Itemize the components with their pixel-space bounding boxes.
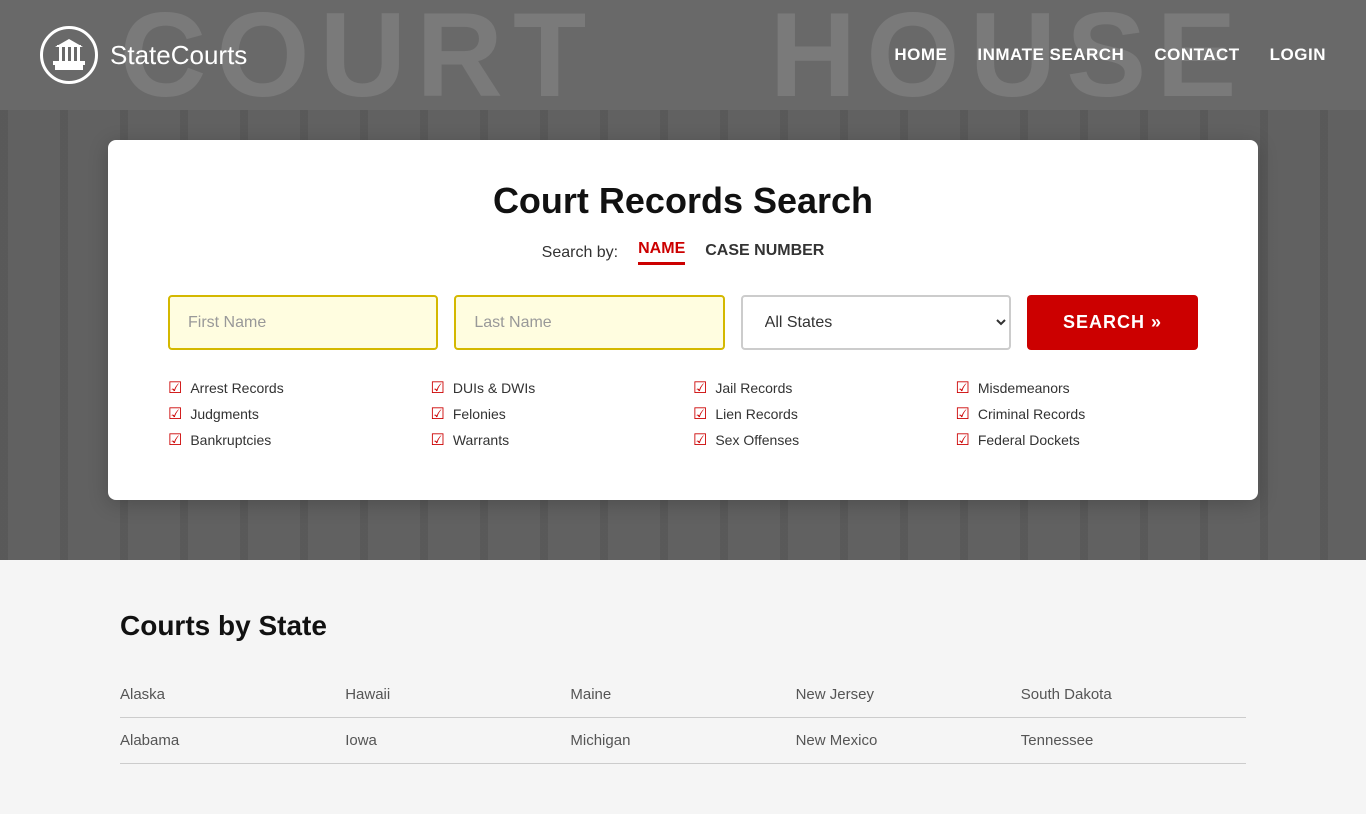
checkbox-bankruptcies: ☑ Bankruptcies <box>168 430 411 450</box>
search-by-row: Search by: NAME CASE NUMBER <box>168 240 1198 265</box>
search-fields-row: All States AlabamaAlaskaArizona Arkansas… <box>168 295 1198 350</box>
check-icon-criminal: ☑ <box>956 404 970 424</box>
state-col-0: Alaska Alabama <box>120 672 345 764</box>
nav-login[interactable]: LOGIN <box>1270 45 1326 65</box>
check-icon-felonies: ☑ <box>431 404 445 424</box>
label-felonies: Felonies <box>453 406 506 422</box>
label-jail-records: Jail Records <box>715 380 792 396</box>
label-federal-dockets: Federal Dockets <box>978 432 1080 448</box>
logo[interactable]: StateCourts <box>40 26 247 84</box>
check-icon-duis: ☑ <box>431 378 445 398</box>
checkbox-arrest-records: ☑ Arrest Records <box>168 378 411 398</box>
state-link-iowa[interactable]: Iowa <box>345 718 570 764</box>
state-col-4: South Dakota Tennessee <box>1021 672 1246 764</box>
label-warrants: Warrants <box>453 432 509 448</box>
label-criminal-records: Criminal Records <box>978 406 1085 422</box>
state-link-new-mexico[interactable]: New Mexico <box>796 718 1021 764</box>
check-icon-bankruptcies: ☑ <box>168 430 182 450</box>
state-link-alaska[interactable]: Alaska <box>120 672 345 718</box>
state-col-2: Maine Michigan <box>570 672 795 764</box>
checkbox-lien-records: ☑ Lien Records <box>693 404 936 424</box>
state-col-1: Hawaii Iowa <box>345 672 570 764</box>
logo-icon <box>40 26 98 84</box>
courts-title: Courts by State <box>120 610 1246 642</box>
first-name-input[interactable] <box>168 295 438 350</box>
state-link-tennessee[interactable]: Tennessee <box>1021 718 1246 764</box>
check-icon-judgments: ☑ <box>168 404 182 424</box>
tab-name[interactable]: NAME <box>638 240 685 265</box>
check-icon-federal: ☑ <box>956 430 970 450</box>
checkbox-judgments: ☑ Judgments <box>168 404 411 424</box>
search-card: Court Records Search Search by: NAME CAS… <box>108 140 1258 500</box>
check-icon-lien: ☑ <box>693 404 707 424</box>
courthouse-icon <box>51 37 87 73</box>
state-link-alabama[interactable]: Alabama <box>120 718 345 764</box>
state-link-new-jersey[interactable]: New Jersey <box>796 672 1021 718</box>
last-name-input[interactable] <box>454 295 724 350</box>
nav-home[interactable]: HOME <box>894 45 947 65</box>
checkbox-federal-dockets: ☑ Federal Dockets <box>956 430 1199 450</box>
header: COURT HOUSE StateCourts HOME INMATE SEAR… <box>0 0 1366 110</box>
checkbox-jail-records: ☑ Jail Records <box>693 378 936 398</box>
logo-bold: State <box>110 40 171 70</box>
hero-section: Court Records Search Search by: NAME CAS… <box>0 110 1366 560</box>
check-icon-jail: ☑ <box>693 378 707 398</box>
label-duis: DUIs & DWIs <box>453 380 535 396</box>
tab-case-number[interactable]: CASE NUMBER <box>705 242 824 264</box>
state-link-hawaii[interactable]: Hawaii <box>345 672 570 718</box>
label-arrest-records: Arrest Records <box>190 380 283 396</box>
check-icon-arrest: ☑ <box>168 378 182 398</box>
checkbox-duis: ☑ DUIs & DWIs <box>431 378 674 398</box>
label-misdemeanors: Misdemeanors <box>978 380 1070 396</box>
search-by-label: Search by: <box>542 244 618 262</box>
state-select[interactable]: All States AlabamaAlaskaArizona Arkansas… <box>741 295 1011 350</box>
label-lien-records: Lien Records <box>715 406 798 422</box>
label-judgments: Judgments <box>190 406 258 422</box>
label-bankruptcies: Bankruptcies <box>190 432 271 448</box>
state-col-3: New Jersey New Mexico <box>796 672 1021 764</box>
state-link-south-dakota[interactable]: South Dakota <box>1021 672 1246 718</box>
check-icon-warrants: ☑ <box>431 430 445 450</box>
check-icon-misdemeanors: ☑ <box>956 378 970 398</box>
search-title: Court Records Search <box>168 180 1198 222</box>
courts-section: Courts by State Alaska Alabama Hawaii Io… <box>0 560 1366 814</box>
logo-light: Courts <box>171 40 248 70</box>
search-button[interactable]: SEARCH » <box>1027 295 1198 350</box>
checkbox-sex-offenses: ☑ Sex Offenses <box>693 430 936 450</box>
state-link-maine[interactable]: Maine <box>570 672 795 718</box>
nav-contact[interactable]: CONTACT <box>1154 45 1239 65</box>
checkbox-felonies: ☑ Felonies <box>431 404 674 424</box>
checkbox-warrants: ☑ Warrants <box>431 430 674 450</box>
nav-inmate-search[interactable]: INMATE SEARCH <box>977 45 1124 65</box>
states-grid: Alaska Alabama Hawaii Iowa Maine Michiga… <box>120 672 1246 764</box>
checkboxes-grid: ☑ Arrest Records ☑ DUIs & DWIs ☑ Jail Re… <box>168 378 1198 450</box>
checkbox-misdemeanors: ☑ Misdemeanors <box>956 378 1199 398</box>
checkbox-criminal-records: ☑ Criminal Records <box>956 404 1199 424</box>
state-link-michigan[interactable]: Michigan <box>570 718 795 764</box>
label-sex-offenses: Sex Offenses <box>715 432 799 448</box>
logo-text: StateCourts <box>110 40 247 71</box>
check-icon-sex-offenses: ☑ <box>693 430 707 450</box>
main-nav: HOME INMATE SEARCH CONTACT LOGIN <box>894 45 1326 65</box>
